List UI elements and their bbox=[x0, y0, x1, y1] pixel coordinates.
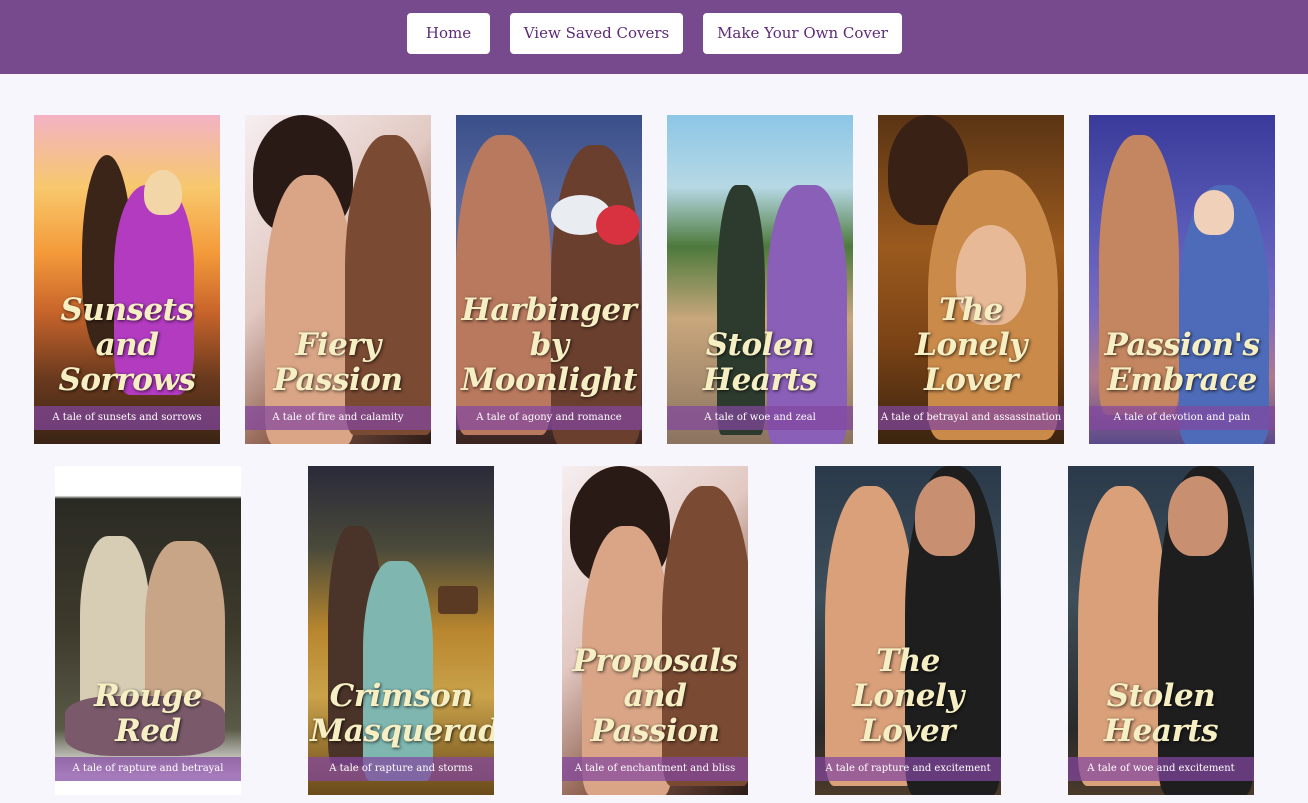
cover-tagline: A tale of enchantment and bliss bbox=[562, 757, 748, 781]
cover-tagline: A tale of fire and calamity bbox=[245, 406, 431, 430]
cover-tagline: A tale of rapture and excitement bbox=[815, 757, 1001, 781]
make-your-own-cover-button[interactable]: Make Your Own Cover bbox=[703, 13, 902, 54]
cover-tagline: A tale of woe and excitement bbox=[1068, 757, 1254, 781]
cover-title: Proposals and Passion bbox=[572, 643, 738, 749]
cover-tagline: A tale of agony and romance bbox=[456, 406, 642, 430]
view-saved-covers-button[interactable]: View Saved Covers bbox=[510, 13, 683, 54]
cover-title: Rouge Red bbox=[94, 678, 202, 749]
cover-title: Passion's Embrace bbox=[1104, 327, 1260, 398]
cover-tagline: A tale of rapture and betrayal bbox=[55, 757, 241, 781]
cover-tagline: A tale of rapture and storms bbox=[308, 757, 494, 781]
cover-card[interactable]: Harbinger by Moonlight A tale of agony a… bbox=[456, 115, 642, 444]
cover-card[interactable]: Passion's Embrace A tale of devotion and… bbox=[1089, 115, 1275, 444]
cover-title: Harbinger by Moonlight bbox=[461, 292, 637, 398]
cover-title: The Lonely Lover bbox=[915, 292, 1027, 398]
cover-title: The Lonely Lover bbox=[852, 643, 964, 749]
home-button[interactable]: Home bbox=[407, 13, 490, 54]
cover-card[interactable]: Fiery Passion A tale of fire and calamit… bbox=[245, 115, 431, 444]
cover-card[interactable]: Sunsets and Sorrows A tale of sunsets an… bbox=[34, 115, 220, 444]
cover-title: Stolen Hearts bbox=[1103, 678, 1219, 749]
cover-card[interactable]: Proposals and Passion A tale of enchantm… bbox=[562, 466, 748, 795]
cover-card[interactable]: Crimson Masquerade A tale of rapture and… bbox=[308, 466, 494, 795]
cover-card[interactable]: The Lonely Lover A tale of betrayal and … bbox=[878, 115, 1064, 444]
cover-card[interactable]: Stolen Hearts A tale of woe and exciteme… bbox=[1068, 466, 1254, 795]
cover-tagline: A tale of woe and zeal bbox=[667, 406, 853, 430]
cover-card[interactable]: Rouge Red A tale of rapture and betrayal bbox=[55, 466, 241, 795]
cover-tagline: A tale of sunsets and sorrows bbox=[34, 406, 220, 430]
top-nav-bar: Home View Saved Covers Make Your Own Cov… bbox=[0, 0, 1308, 74]
cover-tagline: A tale of devotion and pain bbox=[1089, 406, 1275, 430]
cover-title: Crimson Masquerade bbox=[310, 678, 494, 749]
cover-card[interactable]: Stolen Hearts A tale of woe and zeal bbox=[667, 115, 853, 444]
cover-card[interactable]: The Lonely Lover A tale of rapture and e… bbox=[815, 466, 1001, 795]
cover-tagline: A tale of betrayal and assassination bbox=[878, 406, 1064, 430]
cover-title: Stolen Hearts bbox=[702, 327, 818, 398]
cover-title: Sunsets and Sorrows bbox=[58, 292, 196, 398]
cover-title: Fiery Passion bbox=[273, 327, 403, 398]
